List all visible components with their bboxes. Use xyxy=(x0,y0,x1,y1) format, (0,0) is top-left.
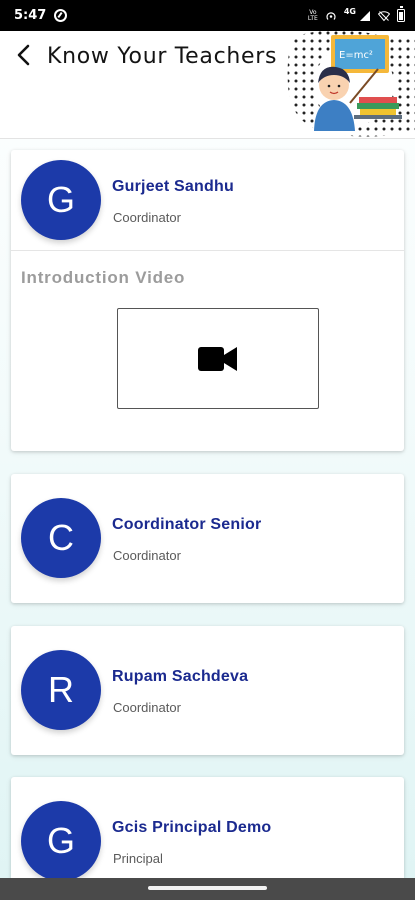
avatar: G xyxy=(21,801,101,881)
wifi-off-icon xyxy=(378,10,390,21)
teacher-card-header: G Gurjeet Sandhu Coordinator xyxy=(11,150,404,250)
page-title: Know Your Teachers xyxy=(47,44,278,69)
status-bar: 5:47 Vo LTE 4G xyxy=(0,0,415,31)
avatar: G xyxy=(21,160,101,240)
teacher-card-header: G Gcis Principal Demo Principal xyxy=(11,791,404,891)
teacher-name: Rupam Sachdeva xyxy=(112,668,249,685)
teacher-role: Coordinator xyxy=(113,700,181,715)
teacher-name: Gurjeet Sandhu xyxy=(112,178,234,195)
illustration-formula: E=mc² xyxy=(339,50,373,61)
volte-indicator: Vo LTE xyxy=(307,8,318,22)
back-arrow-icon[interactable] xyxy=(13,43,35,67)
teacher-card[interactable]: R Rupam Sachdeva Coordinator xyxy=(11,626,404,755)
video-camera-icon xyxy=(198,346,237,371)
status-icons: Vo LTE 4G xyxy=(307,6,405,22)
network-type: 4G xyxy=(343,7,356,16)
hotspot-icon xyxy=(326,11,336,20)
avatar: R xyxy=(21,650,101,730)
teacher-name: Coordinator Senior xyxy=(112,516,262,533)
teacher-card-header: C Coordinator Senior Coordinator xyxy=(11,488,404,588)
navigation-bar xyxy=(0,878,415,900)
intro-video-section: Introduction Video xyxy=(11,251,404,451)
status-time: 5:47 xyxy=(14,8,47,23)
teacher-card[interactable]: G Gcis Principal Demo Principal xyxy=(11,777,404,881)
app-header: Know Your Teachers E=mc² xyxy=(0,31,415,139)
home-gesture-handle[interactable] xyxy=(148,886,267,890)
teacher-card[interactable]: C Coordinator Senior Coordinator xyxy=(11,474,404,603)
intro-video-heading: Introduction Video xyxy=(21,268,186,287)
data-saver-icon xyxy=(54,9,68,22)
avatar: C xyxy=(21,498,101,578)
intro-video-player[interactable] xyxy=(117,308,319,409)
teacher-role: Coordinator xyxy=(113,210,181,225)
battery-icon xyxy=(397,6,405,22)
signal-icon xyxy=(360,10,370,21)
teacher-role: Principal xyxy=(113,851,163,866)
teacher-role: Coordinator xyxy=(113,548,181,563)
teacher-illustration: E=mc² xyxy=(287,31,415,137)
teacher-card[interactable]: G Gurjeet Sandhu Coordinator Introductio… xyxy=(11,150,404,451)
teacher-card-header: R Rupam Sachdeva Coordinator xyxy=(11,640,404,740)
teacher-name: Gcis Principal Demo xyxy=(112,819,272,836)
